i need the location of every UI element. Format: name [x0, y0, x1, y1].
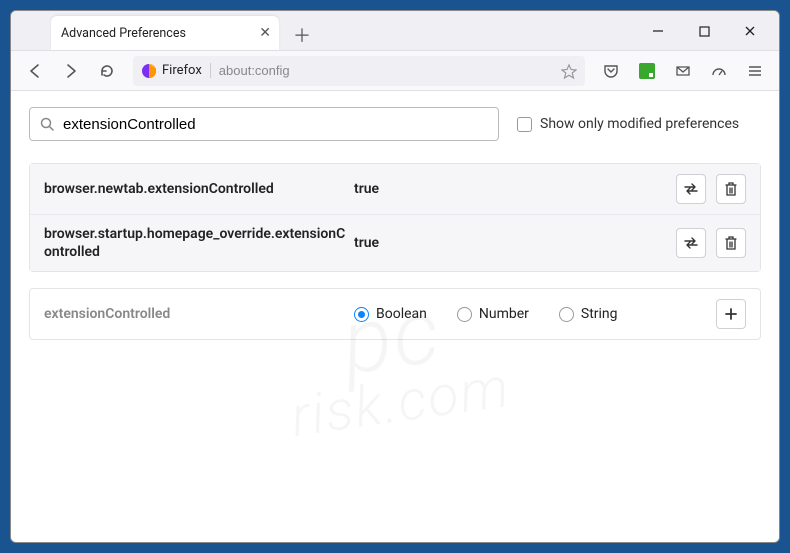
pref-actions — [676, 174, 746, 204]
maximize-icon — [699, 26, 710, 37]
evernote-icon — [639, 63, 655, 79]
new-pref-name: extensionControlled — [44, 306, 354, 322]
toolbar-right — [595, 55, 771, 87]
toggle-button[interactable] — [676, 174, 706, 204]
search-row: Show only modified preferences — [29, 107, 761, 141]
toggle-button[interactable] — [676, 228, 706, 258]
pref-search-box[interactable] — [29, 107, 499, 141]
url-input[interactable] — [219, 63, 561, 78]
search-icon — [40, 117, 55, 132]
radio-boolean[interactable]: Boolean — [354, 306, 427, 322]
minimize-button[interactable] — [635, 11, 681, 51]
pref-list: browser.newtab.extensionControlled true … — [29, 163, 761, 272]
url-bar[interactable]: Firefox — [133, 56, 585, 86]
identity-label: Firefox — [162, 63, 211, 78]
pref-row[interactable]: browser.startup.homepage_override.extens… — [30, 215, 760, 271]
pref-value: true — [354, 235, 676, 251]
radio-icon — [457, 307, 472, 322]
mail-button[interactable] — [667, 55, 699, 87]
browser-window: Advanced Preferences ✕ ＋ — [10, 10, 780, 543]
delete-button[interactable] — [716, 228, 746, 258]
evernote-button[interactable] — [631, 55, 663, 87]
radio-label: Number — [479, 306, 529, 322]
close-window-button[interactable] — [727, 11, 773, 51]
maximize-button[interactable] — [681, 11, 727, 51]
bookmark-star-icon[interactable] — [561, 63, 577, 79]
back-icon — [27, 63, 43, 79]
mail-icon — [675, 63, 691, 79]
menu-button[interactable] — [739, 55, 771, 87]
watermark-line: risk.com — [288, 361, 513, 442]
gauge-icon — [711, 63, 727, 79]
toggle-icon — [683, 236, 699, 250]
pref-value: true — [354, 181, 676, 197]
pocket-icon — [603, 63, 619, 79]
pref-name: browser.startup.homepage_override.extens… — [44, 225, 354, 261]
forward-button[interactable] — [55, 55, 87, 87]
window-controls — [635, 11, 773, 51]
nav-toolbar: Firefox — [11, 51, 779, 91]
trash-icon — [724, 182, 738, 197]
trash-icon — [724, 236, 738, 251]
pref-actions — [676, 228, 746, 258]
new-pref-row: extensionControlled Boolean Number Strin… — [29, 288, 761, 340]
delete-button[interactable] — [716, 174, 746, 204]
reload-icon — [99, 63, 115, 79]
checkbox-icon — [517, 117, 532, 132]
pref-search-input[interactable] — [63, 116, 488, 133]
type-radios: Boolean Number String — [354, 306, 716, 322]
identity-box[interactable]: Firefox — [141, 63, 211, 79]
radio-label: Boolean — [376, 306, 427, 322]
modified-only-label: Show only modified preferences — [540, 116, 739, 132]
toggle-icon — [683, 182, 699, 196]
tab-advanced-preferences[interactable]: Advanced Preferences ✕ — [51, 16, 279, 50]
new-tab-button[interactable]: ＋ — [287, 20, 317, 50]
radio-icon — [354, 307, 369, 322]
pref-name: browser.newtab.extensionControlled — [44, 180, 354, 198]
reload-button[interactable] — [91, 55, 123, 87]
plus-icon — [724, 307, 738, 321]
pocket-button[interactable] — [595, 55, 627, 87]
radio-icon — [559, 307, 574, 322]
minimize-icon — [652, 25, 664, 37]
tab-bar: Advanced Preferences ✕ ＋ — [11, 11, 779, 51]
forward-icon — [63, 63, 79, 79]
close-tab-icon[interactable]: ✕ — [259, 25, 271, 41]
radio-number[interactable]: Number — [457, 306, 529, 322]
modified-only-toggle[interactable]: Show only modified preferences — [517, 116, 739, 132]
about-config-content: Show only modified preferences browser.n… — [11, 91, 779, 542]
firefox-icon — [141, 63, 157, 79]
radio-string[interactable]: String — [559, 306, 618, 322]
back-button[interactable] — [19, 55, 51, 87]
hamburger-icon — [747, 63, 763, 79]
close-icon — [744, 25, 756, 37]
tab-title: Advanced Preferences — [61, 26, 186, 41]
pref-row[interactable]: browser.newtab.extensionControlled true — [30, 164, 760, 215]
add-pref-button[interactable] — [716, 299, 746, 329]
radio-label: String — [581, 306, 618, 322]
dashboard-button[interactable] — [703, 55, 735, 87]
